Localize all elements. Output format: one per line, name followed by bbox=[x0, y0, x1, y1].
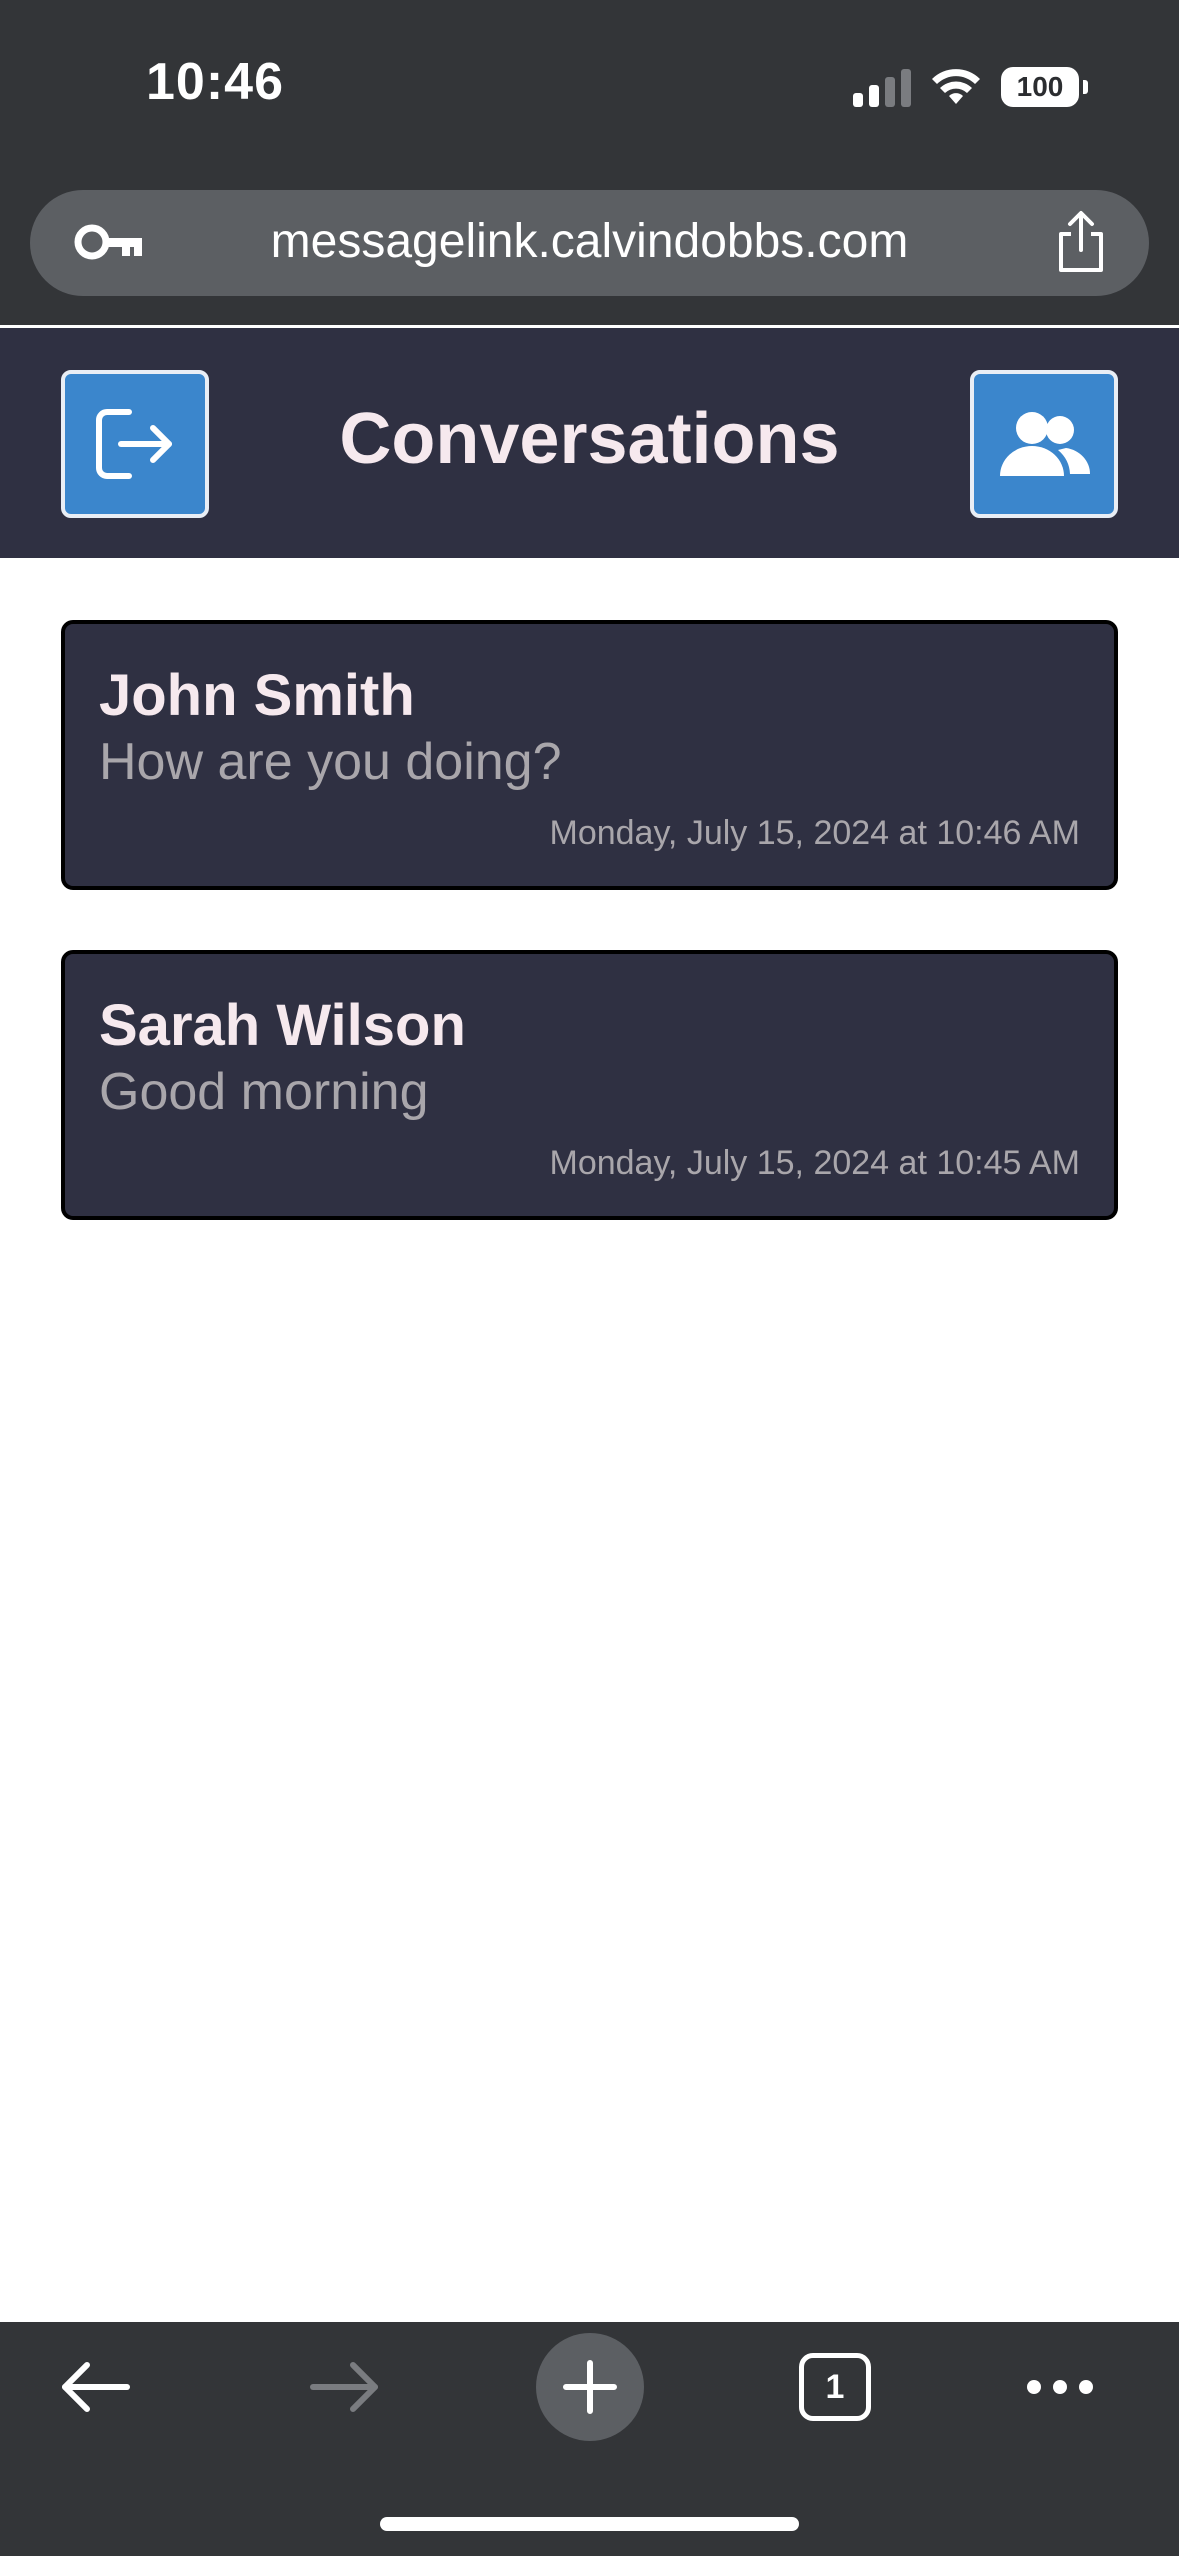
new-tab-button[interactable] bbox=[532, 2322, 648, 2452]
conversation-timestamp: Monday, July 15, 2024 at 10:46 AM bbox=[549, 814, 1081, 852]
url-bar[interactable]: messagelink.calvindobbs.com bbox=[30, 190, 1149, 296]
share-icon[interactable] bbox=[1053, 210, 1109, 274]
conversation-list: John Smith How are you doing? Monday, Ju… bbox=[61, 620, 1118, 1280]
forward-button[interactable] bbox=[290, 2322, 400, 2452]
app-header: Conversations bbox=[0, 328, 1179, 558]
conversation-timestamp: Monday, July 15, 2024 at 10:45 AM bbox=[549, 1144, 1081, 1182]
url-text[interactable]: messagelink.calvindobbs.com bbox=[30, 214, 1149, 269]
screen: 10:46 100 messagelink.calvindobbs.com Co… bbox=[0, 0, 1179, 2556]
tabs-icon: 1 bbox=[799, 2353, 871, 2421]
status-time: 10:46 bbox=[146, 53, 284, 111]
conversation-name: John Smith bbox=[99, 663, 415, 728]
conversation-item[interactable]: Sarah Wilson Good morning Monday, July 1… bbox=[61, 950, 1118, 1220]
contacts-button[interactable] bbox=[970, 370, 1118, 518]
home-indicator[interactable] bbox=[380, 2517, 799, 2531]
users-icon bbox=[1000, 412, 1091, 476]
arrow-right-icon bbox=[310, 2362, 378, 2412]
plus-icon bbox=[563, 2360, 617, 2414]
more-icon-dot bbox=[1027, 2380, 1041, 2394]
battery-icon: 100 bbox=[1001, 67, 1088, 107]
more-icon-dot bbox=[1079, 2380, 1093, 2394]
new-tab-circle bbox=[536, 2333, 644, 2441]
more-button[interactable] bbox=[1010, 2322, 1110, 2452]
conversation-last-message: Good morning bbox=[99, 1063, 429, 1121]
tabs-button[interactable]: 1 bbox=[790, 2322, 880, 2452]
arrow-left-icon bbox=[62, 2362, 130, 2412]
cellular-signal-icon bbox=[853, 67, 911, 107]
status-icons: 100 bbox=[853, 60, 1088, 114]
wifi-icon bbox=[932, 69, 980, 104]
conversation-item[interactable]: John Smith How are you doing? Monday, Ju… bbox=[61, 620, 1118, 890]
browser-top-chrome: 10:46 100 messagelink.calvindobbs.com bbox=[0, 0, 1179, 325]
conversation-last-message: How are you doing? bbox=[99, 733, 562, 791]
back-button[interactable] bbox=[40, 2322, 150, 2452]
more-icon-dot bbox=[1053, 2380, 1067, 2394]
conversation-name: Sarah Wilson bbox=[99, 993, 466, 1058]
